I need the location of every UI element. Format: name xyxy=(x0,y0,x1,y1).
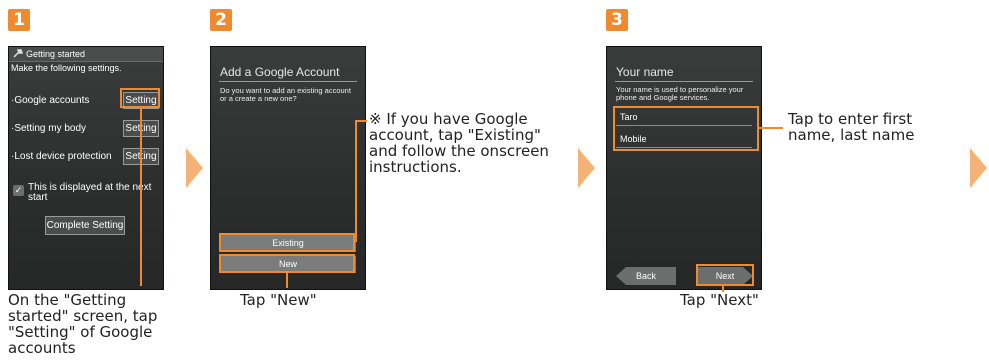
title-bar: Getting started xyxy=(9,47,163,62)
next-arrow-1 xyxy=(186,148,203,188)
your-name-screen: Your name Your name is used to personali… xyxy=(606,46,762,290)
step-3-badge: 3 xyxy=(606,9,628,31)
lost-device-protection-label: ·Lost device protection xyxy=(11,151,112,162)
title-divider xyxy=(615,81,753,82)
screen-title: Add a Google Account xyxy=(220,65,340,79)
back-button[interactable]: Back xyxy=(616,267,676,285)
existing-note: ※ If you have Google account, tap "Exist… xyxy=(369,110,549,176)
next-arrow-2 xyxy=(578,148,595,188)
step-1-caption: On the "Getting started" screen, tap "Se… xyxy=(8,291,158,357)
complete-setting-button[interactable]: Complete Setting xyxy=(45,216,125,235)
leader-line-new xyxy=(286,273,288,288)
google-accounts-label: ·Google accounts xyxy=(11,95,90,106)
highlight-next xyxy=(696,264,754,286)
setting-my-body-label: ·Setting my body xyxy=(11,123,87,134)
prompt-text: Your name is used to personalize your ph… xyxy=(616,85,744,102)
leader-line-1 xyxy=(140,108,142,286)
step-3-caption: Tap "Next" xyxy=(680,291,759,309)
intro-text: Make the following settings. xyxy=(11,63,122,73)
wrench-icon xyxy=(13,48,24,58)
leader-line-existing-h xyxy=(355,120,367,122)
title-divider xyxy=(219,81,357,82)
highlight-new xyxy=(219,254,355,273)
leader-line-name xyxy=(759,127,783,129)
step-2-caption: Tap "New" xyxy=(240,291,317,309)
highlight-google-setting xyxy=(120,88,160,108)
step-2-badge: 2 xyxy=(210,9,232,31)
next-arrow-3 xyxy=(970,148,987,188)
name-fields-note: Tap to enter first name, last name xyxy=(788,110,915,144)
screen-title: Getting started xyxy=(26,49,86,59)
prompt-text: Do you want to add an existing account o… xyxy=(220,86,351,103)
step-1-badge: 1 xyxy=(8,9,30,31)
show-next-start-checkbox[interactable]: ✓ xyxy=(13,185,24,196)
leader-line-existing-v xyxy=(355,120,357,242)
screen-title: Your name xyxy=(616,65,674,79)
highlight-name-fields xyxy=(613,106,759,151)
highlight-existing xyxy=(219,233,355,252)
